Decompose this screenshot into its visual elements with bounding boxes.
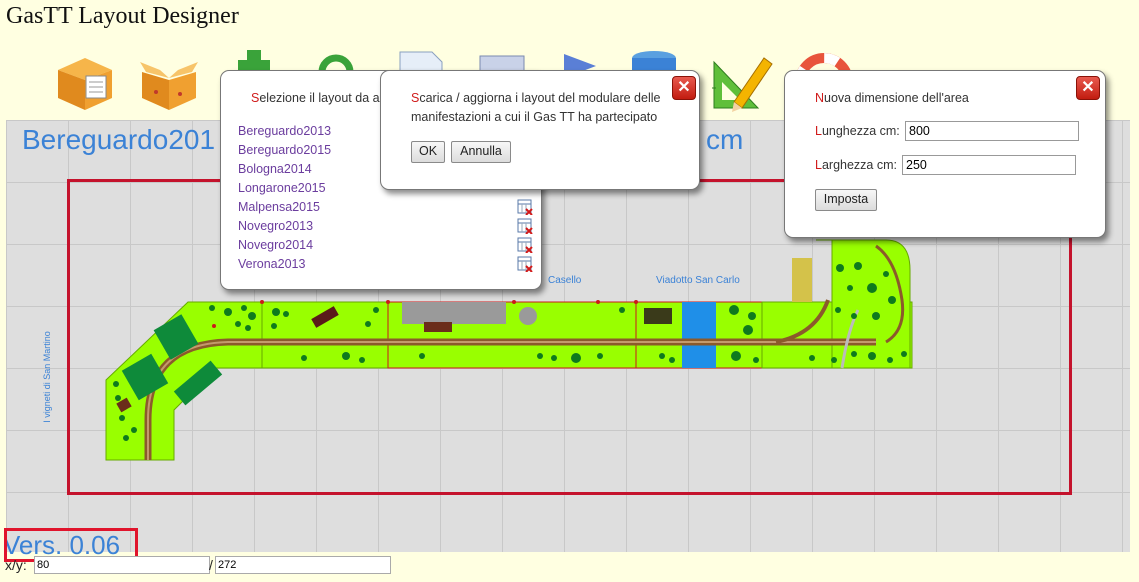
width-input[interactable] [902,155,1076,175]
cancel-button[interactable]: Annulla [451,141,511,163]
layout-item[interactable]: Verona2013 [238,257,305,271]
area-size-dialog: ✕ Nuova dimensione dell'area Lunghezza c… [784,70,1106,238]
module-label-vigneti: I vigneti di San Martino [41,331,52,423]
open-box-icon[interactable] [136,48,202,114]
download-text-line1: Scarica / aggiorna i layout del modulare… [411,91,661,105]
open-box-icon[interactable] [52,48,118,114]
layout-item[interactable]: Bologna2014 [238,162,312,176]
layout-item[interactable]: Novegro2014 [238,238,313,252]
length-input[interactable] [905,121,1079,141]
ok-button[interactable]: OK [411,141,445,163]
delete-layout-icon[interactable] [517,218,533,234]
close-icon[interactable]: ✕ [1076,76,1100,100]
app-title: GasTT Layout Designer [6,3,239,29]
length-label: Lunghezza cm: [815,124,900,138]
viaduct-water [682,302,716,368]
layout-item[interactable]: Bereguardo2015 [238,143,331,157]
xy-label: x/y: [5,557,27,573]
module-label-viadotto: Viadotto San Carlo [656,275,740,286]
delete-layout-icon[interactable] [517,237,533,253]
layout-item[interactable]: Bereguardo2013 [238,124,331,138]
area-size-title: Nuova dimensione dell'area [815,91,969,105]
y-coordinate-input[interactable] [215,556,391,574]
design-tools-icon[interactable] [708,48,774,114]
house-2 [424,322,452,332]
layout-item[interactable]: Longarone2015 [238,181,326,195]
close-icon[interactable]: ✕ [672,76,696,100]
turntable [519,307,537,325]
layout-select-title: Selezione il layout da a [251,91,380,105]
x-coordinate-input[interactable] [34,556,210,574]
dark-building [644,308,672,324]
module-label-casello: Casello [548,275,582,286]
delete-layout-icon[interactable] [517,256,533,272]
station-building [402,302,506,324]
delete-layout-icon[interactable] [517,199,533,215]
coordinate-separator: / [209,557,213,573]
layout-item[interactable]: Novegro2013 [238,219,313,233]
layout-item[interactable]: Malpensa2015 [238,200,320,214]
download-text-line2: manifestazioni a cui il Gas TT ha partec… [411,110,658,124]
width-label: Larghezza cm: [815,158,897,172]
download-dialog: ✕ Scarica / aggiorna i layout del modula… [380,70,700,190]
yellow-building [792,258,812,302]
set-button[interactable]: Imposta [815,189,877,211]
